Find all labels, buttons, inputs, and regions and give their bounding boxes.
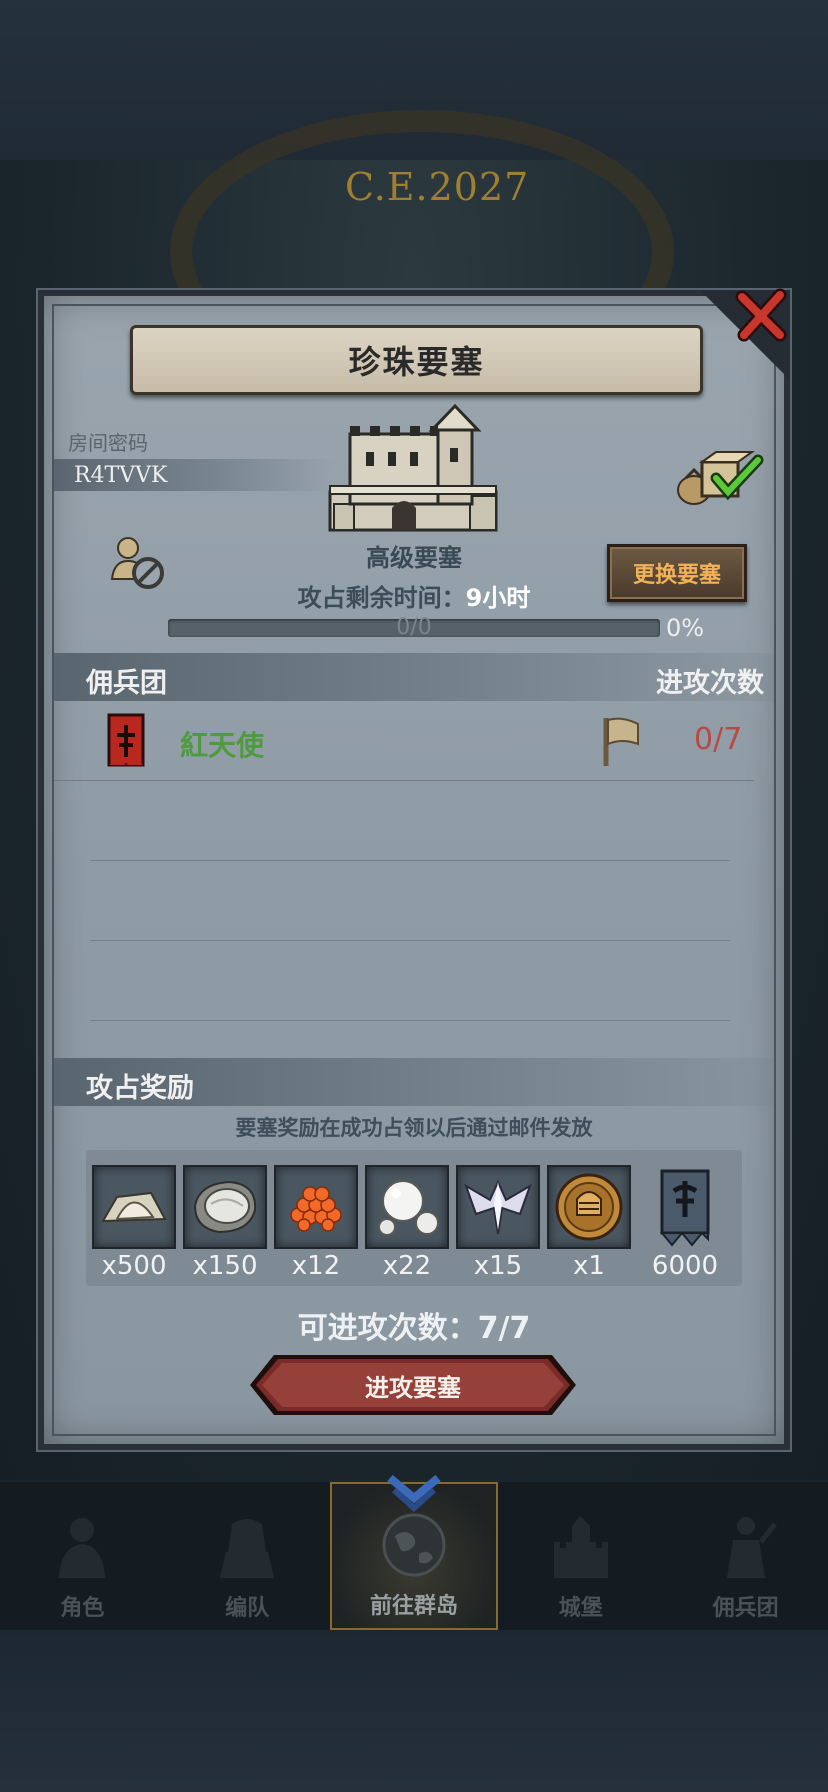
fortress-castle-icon	[320, 400, 506, 540]
reward-item[interactable]: x12	[274, 1165, 358, 1281]
reward-qty: 6000	[651, 1251, 719, 1281]
mercenary-section-header: 佣兵团 进攻次数	[54, 653, 774, 701]
reward-qty: x22	[382, 1251, 432, 1281]
nav-item-formation[interactable]: 编队	[165, 1482, 330, 1630]
nav-item-islands[interactable]: 前往群岛	[329, 1474, 499, 1630]
nav-label: 佣兵团	[712, 1596, 779, 1621]
rewards-section-header: 攻占奖励	[54, 1058, 774, 1106]
room-password-label: 房间密码	[68, 431, 148, 455]
reward-item[interactable]: x1	[547, 1165, 631, 1281]
attack-attempts: 可进攻次数：7/7	[0, 1303, 828, 1347]
nav-label: 城堡	[558, 1596, 603, 1621]
pearl-icon	[365, 1165, 449, 1249]
nav-item-mercenary[interactable]: 佣兵团	[663, 1482, 828, 1630]
room-code-bar: R4TVVK	[54, 459, 334, 491]
attack-count-header: 进攻次数	[656, 668, 764, 699]
nav-item-character[interactable]: 角色	[0, 1482, 165, 1630]
attack-fortress-label: 进攻要塞	[365, 1373, 461, 1402]
reward-item[interactable]: x150	[183, 1165, 267, 1281]
wing-crest-icon	[456, 1165, 540, 1249]
bottom-navigation: 角色 编队 前往群岛 城堡 佣兵团	[0, 1474, 828, 1630]
empty-row-divider	[90, 860, 730, 861]
character-icon	[59, 1518, 106, 1578]
close-icon	[735, 288, 787, 342]
knight-coin-icon	[547, 1165, 631, 1249]
reward-item[interactable]: x22	[365, 1165, 449, 1281]
capture-progress-text: 0/0	[396, 615, 432, 640]
nav-label: 角色	[60, 1596, 105, 1621]
rewards-section-title: 攻占奖励	[86, 1073, 194, 1104]
globe-icon	[382, 1513, 446, 1577]
empty-row-divider	[90, 1020, 730, 1021]
reward-item[interactable]: x500	[92, 1165, 176, 1281]
attack-attempts-value: 7/7	[477, 1311, 531, 1346]
mercenary-icon	[726, 1517, 777, 1578]
reward-qty: x150	[192, 1251, 258, 1281]
mercenary-attack-count: 0/7	[694, 722, 743, 757]
room-code[interactable]: R4TVVK	[74, 463, 167, 488]
reward-item[interactable]: 6000	[643, 1165, 727, 1281]
close-button[interactable]	[732, 285, 792, 345]
mercenary-name: 紅天使	[180, 729, 265, 762]
capture-progress-percent: 0%	[666, 614, 705, 642]
reward-qty: x1	[573, 1251, 605, 1281]
attack-fortress-button[interactable]: 进攻要塞	[248, 1353, 578, 1417]
reward-qty: x15	[473, 1251, 523, 1281]
reward-qty: x12	[291, 1251, 341, 1281]
supply-confirmed-icon[interactable]	[672, 448, 764, 512]
flour-icon	[92, 1165, 176, 1249]
reward-item[interactable]: x15	[456, 1165, 540, 1281]
mercenary-banner-icon	[107, 713, 145, 773]
title-banner: 珍珠要塞	[130, 325, 703, 395]
mercenary-row[interactable]: 紅天使 0/7	[54, 706, 754, 781]
time-remaining-label: 攻占剩余时间：	[297, 584, 466, 612]
oyster-icon	[183, 1165, 267, 1249]
formation-icon	[220, 1519, 275, 1578]
banner-icon	[643, 1165, 727, 1249]
reward-qty: x500	[101, 1251, 167, 1281]
nav-label: 编队	[225, 1596, 270, 1621]
era-label: C.E.2027	[345, 165, 530, 209]
capture-time-remaining: 攻占剩余时间：9小时	[0, 578, 828, 613]
mercenary-section-title: 佣兵团	[86, 668, 167, 699]
castle-icon	[553, 1516, 608, 1578]
nav-item-castle[interactable]: 城堡	[498, 1482, 663, 1630]
chevron-down-icon	[387, 1474, 441, 1513]
empty-row-divider	[90, 940, 730, 941]
time-remaining-value: 9小时	[465, 584, 531, 612]
dialog-title: 珍珠要塞	[348, 343, 485, 381]
attack-attempts-label: 可进攻次数：	[297, 1311, 478, 1346]
attack-flag-icon	[600, 714, 644, 774]
fish-roe-icon	[274, 1165, 358, 1249]
bottom-background	[0, 1630, 828, 1792]
nav-label: 前往群岛	[369, 1594, 458, 1619]
rewards-note: 要塞奖励在成功占领以后通过邮件发放	[235, 1116, 593, 1140]
